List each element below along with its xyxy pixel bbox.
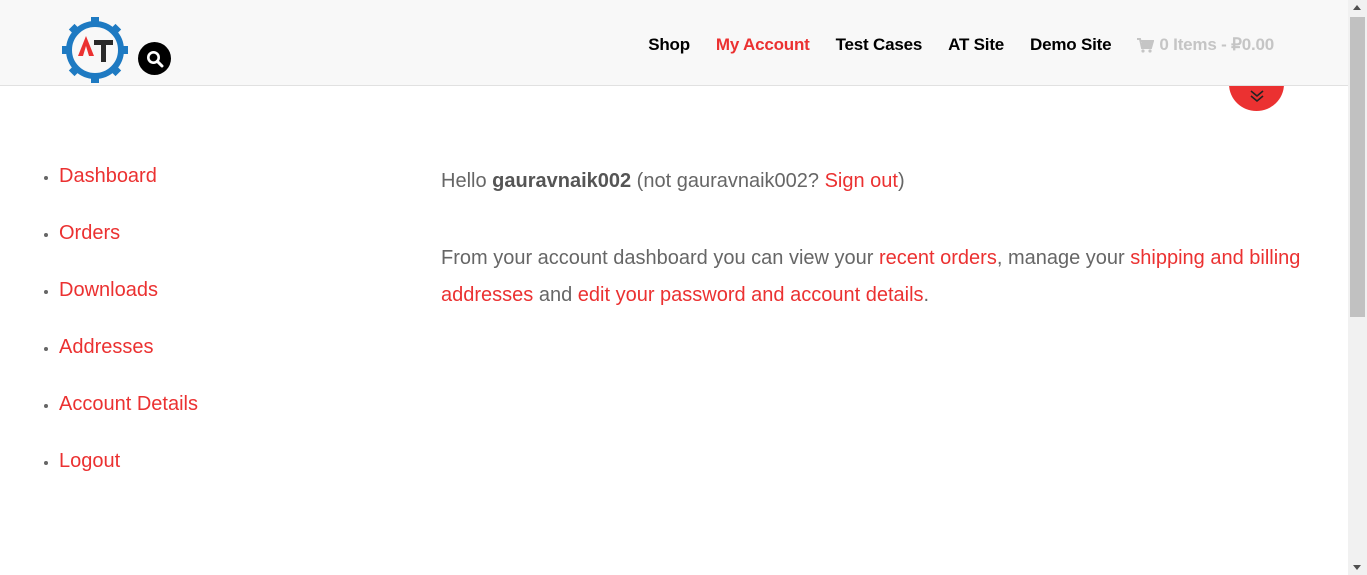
double-chevron-down-icon: [1249, 90, 1264, 103]
account-nav-addresses[interactable]: Addresses: [59, 336, 154, 358]
account-nav-dashboard[interactable]: Dashboard: [59, 165, 157, 187]
site-header: Shop My Account Test Cases AT Site Demo …: [0, 0, 1348, 86]
dashboard-intro: From your account dashboard you can view…: [441, 240, 1301, 314]
gear-logo-icon: [62, 17, 128, 83]
intro-text: , manage your: [996, 247, 1131, 269]
greeting-hello: Hello: [441, 170, 493, 192]
nav-demo-site[interactable]: Demo Site: [1030, 35, 1112, 55]
account-nav-item: Addresses: [59, 319, 198, 376]
account-nav-item: Logout: [59, 433, 198, 490]
cart-link[interactable]: 0 Items - ₽0.00: [1137, 35, 1274, 55]
account-nav-item: Orders: [59, 205, 198, 262]
cart-summary: 0 Items - ₽0.00: [1159, 35, 1274, 54]
site-logo[interactable]: [62, 16, 128, 84]
search-button[interactable]: [138, 42, 171, 75]
account-navigation: Dashboard Orders Downloads Addresses Acc…: [0, 148, 198, 490]
search-icon: [146, 50, 163, 67]
nav-test-cases[interactable]: Test Cases: [836, 35, 923, 55]
greeting-suffix: ): [897, 170, 905, 192]
nav-at-site[interactable]: AT Site: [948, 35, 1004, 55]
account-nav-item: Downloads: [59, 262, 198, 319]
scroll-down-arrow-icon[interactable]: [1353, 565, 1361, 570]
account-nav-logout[interactable]: Logout: [59, 450, 120, 472]
account-details-link[interactable]: edit your password and account details: [578, 284, 924, 306]
intro-text: From your account dashboard you can view…: [441, 247, 879, 269]
intro-text: and: [533, 284, 578, 306]
greeting: Hello gauravnaik002 (not gauravnaik002? …: [441, 163, 1301, 200]
greeting-not-user: (not gauravnaik002?: [631, 170, 825, 192]
account-nav-orders[interactable]: Orders: [59, 222, 120, 244]
nav-shop[interactable]: Shop: [648, 35, 690, 55]
username: gauravnaik002: [492, 170, 632, 192]
scrollbar-thumb[interactable]: [1350, 17, 1365, 317]
nav-my-account[interactable]: My Account: [716, 35, 810, 55]
account-nav-item: Dashboard: [59, 148, 198, 205]
vertical-scrollbar[interactable]: [1348, 0, 1367, 575]
account-content: Hello gauravnaik002 (not gauravnaik002? …: [441, 163, 1301, 314]
scroll-up-arrow-icon[interactable]: [1353, 5, 1361, 10]
recent-orders-link[interactable]: recent orders: [879, 247, 997, 269]
account-nav-account-details[interactable]: Account Details: [59, 393, 198, 415]
sign-out-link[interactable]: Sign out: [825, 170, 898, 192]
account-nav-item: Account Details: [59, 376, 198, 433]
account-nav-downloads[interactable]: Downloads: [59, 279, 158, 301]
main-nav: Shop My Account Test Cases AT Site Demo …: [622, 35, 1274, 55]
cart-icon: [1137, 37, 1155, 53]
intro-text: .: [923, 284, 930, 306]
